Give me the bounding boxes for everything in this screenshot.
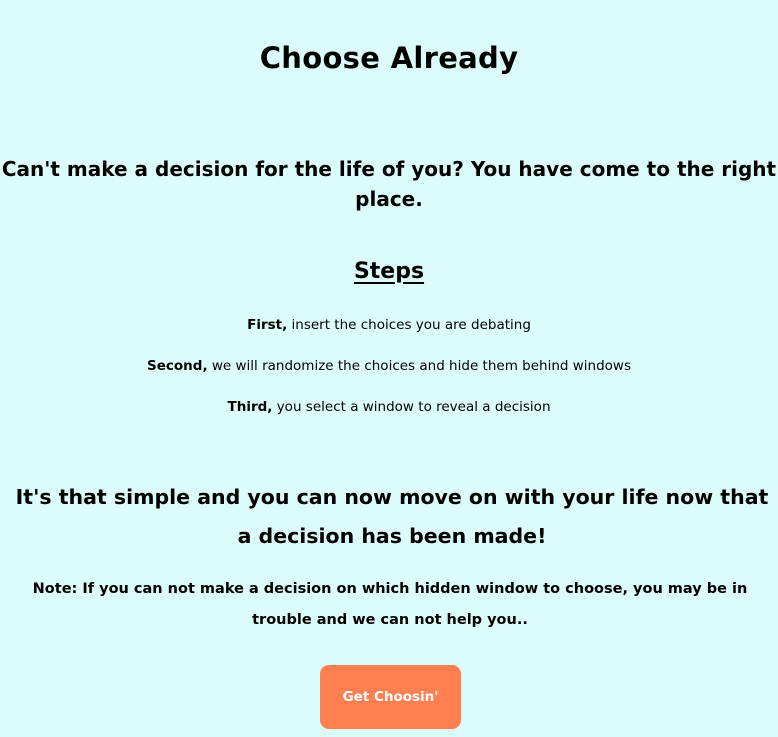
steps-heading: Steps	[353, 259, 425, 284]
page: Choose Already Can't make a decision for…	[0, 0, 778, 737]
note-text: Note: If you can not make a decision on …	[32, 581, 748, 628]
step-text: we will randomize the choices and hide t…	[207, 358, 631, 374]
step-third: Third, you select a window to reveal a d…	[0, 396, 778, 418]
step-first: First, insert the choices you are debati…	[0, 314, 778, 336]
page-title: Choose Already	[259, 41, 519, 75]
step-ordinal: Second,	[147, 358, 208, 374]
step-ordinal: Third,	[227, 399, 273, 415]
closing-message: It's that simple and you can now move on…	[15, 485, 769, 548]
step-second: Second, we will randomize the choices an…	[0, 355, 778, 377]
step-text: you select a window to reveal a decision	[272, 399, 551, 415]
step-ordinal: First,	[247, 317, 288, 333]
step-text: insert the choices you are debating	[287, 317, 531, 333]
tagline: Can't make a decision for the life of yo…	[1, 157, 777, 211]
get-choosin-button[interactable]: Get Choosin'	[320, 665, 461, 729]
